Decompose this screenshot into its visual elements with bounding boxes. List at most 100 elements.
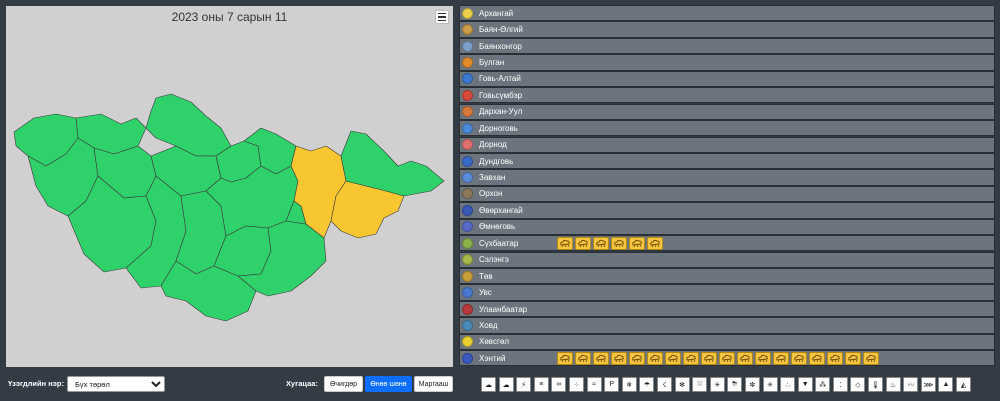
- dust-storm-icon[interactable]: [683, 351, 699, 365]
- fog-icon[interactable]: ≡: [533, 377, 549, 392]
- haze-icon[interactable]: ∞: [551, 377, 567, 392]
- province-emblem-icon: [462, 24, 473, 36]
- period-tomorrow-button[interactable]: Маргааш: [414, 376, 453, 392]
- lightning-icon[interactable]: ⚡: [516, 377, 532, 392]
- region-khuvsgul[interactable]: [145, 93, 232, 157]
- dust-storm-icon[interactable]: [611, 351, 627, 365]
- dust-storm-icon[interactable]: [557, 236, 573, 250]
- province-emblem-icon: [462, 56, 473, 68]
- dust-storm-icon[interactable]: [665, 351, 681, 365]
- dust-storm-icon[interactable]: [863, 351, 879, 365]
- phenomenon-type-select[interactable]: Бүх төрөл: [67, 376, 165, 392]
- dust-storm-icon[interactable]: [791, 351, 807, 365]
- dust-storm-icon[interactable]: [647, 351, 663, 365]
- province-row[interactable]: Өвөрхангай: [459, 202, 995, 219]
- province-name: Дундговь: [479, 156, 514, 166]
- province-row[interactable]: Булган: [459, 54, 995, 71]
- sandstorm-icon[interactable]: ⋙: [920, 377, 936, 392]
- province-row[interactable]: Архангай: [459, 5, 995, 22]
- thermometer-icon[interactable]: 🌡: [868, 377, 884, 392]
- cloud-icon[interactable]: ☁: [481, 377, 496, 392]
- province-row[interactable]: Сүхбаатар: [459, 235, 995, 252]
- hail-icon[interactable]: ∴: [780, 377, 796, 392]
- province-name: Хэнтий: [479, 353, 506, 363]
- dust-storm-icon[interactable]: [737, 351, 753, 365]
- sun-icon[interactable]: ☀: [709, 377, 725, 392]
- dust-storm-icon[interactable]: [593, 351, 609, 365]
- province-row[interactable]: Хөвсгөл: [459, 333, 995, 351]
- blizzard-icon[interactable]: ✼: [744, 377, 760, 392]
- province-row[interactable]: Төв: [459, 268, 995, 285]
- dust-storm-icon[interactable]: [845, 351, 861, 365]
- dust-storm-icon[interactable]: [647, 236, 663, 250]
- period-yesterday-button[interactable]: Өчигдөр: [324, 376, 363, 392]
- province-name: Орхон: [479, 189, 503, 199]
- province-row[interactable]: Ховд: [459, 317, 995, 334]
- dust-storm-icon[interactable]: [629, 236, 645, 250]
- province-emblem-icon: [462, 139, 473, 151]
- dust-storm-icon[interactable]: [701, 351, 717, 365]
- province-emblem-icon: [462, 7, 473, 19]
- province-row[interactable]: Улаанбаатар: [459, 300, 995, 318]
- period-tonight-button[interactable]: Өнөө шөнө: [365, 376, 412, 392]
- dust-storm-icon[interactable]: [755, 351, 771, 365]
- fire-icon[interactable]: ▲: [938, 377, 954, 392]
- province-list: Архангай Баян-Өлгий Баянхонгор Булган Говь-А…: [459, 5, 995, 367]
- dust-storm-icon[interactable]: [593, 236, 609, 250]
- drizzle-icon[interactable]: ⁚: [832, 377, 848, 392]
- province-row[interactable]: Баян-Өлгий: [459, 21, 995, 38]
- province-row[interactable]: Орхон: [459, 185, 995, 203]
- flood-icon[interactable]: 〰: [903, 377, 919, 392]
- frost-icon[interactable]: ✳: [762, 377, 778, 392]
- province-row[interactable]: Говьсүмбэр: [459, 87, 995, 104]
- province-emblem-icon: [462, 303, 473, 315]
- snow-icon[interactable]: ✻: [674, 377, 690, 392]
- province-emblem-icon: [462, 73, 473, 85]
- dust-storm-icon[interactable]: [557, 351, 573, 365]
- avalanche-icon[interactable]: ◭: [956, 377, 972, 392]
- dust-storm-icon[interactable]: [827, 351, 843, 365]
- province-row[interactable]: Дорноговь: [459, 120, 995, 137]
- period-label: Хугацаа:: [286, 379, 318, 388]
- dust-icon[interactable]: ⁘: [568, 377, 584, 392]
- rain-icon[interactable]: ☂: [639, 377, 655, 392]
- province-row[interactable]: Хэнтий: [459, 350, 995, 367]
- heavy-rain-icon[interactable]: ⛆: [692, 377, 708, 392]
- parking-icon[interactable]: P: [604, 377, 620, 392]
- province-warnings: [557, 236, 663, 250]
- thunder-icon[interactable]: ☇: [656, 377, 672, 392]
- heat-icon[interactable]: ♨: [885, 377, 901, 392]
- province-row[interactable]: Дархан-Уул: [459, 103, 995, 120]
- province-row[interactable]: Говь-Алтай: [459, 70, 995, 88]
- province-row[interactable]: Дорнод: [459, 136, 995, 153]
- dust-storm-icon[interactable]: [575, 236, 591, 250]
- rain-snow-icon[interactable]: ⁂: [815, 377, 831, 392]
- storm-icon[interactable]: ⛈: [727, 377, 743, 392]
- province-row[interactable]: Баянхонгор: [459, 37, 995, 55]
- cold-icon[interactable]: ❄: [621, 377, 637, 392]
- province-row[interactable]: Завхан: [459, 169, 995, 186]
- tornado-icon[interactable]: ▼: [797, 377, 813, 392]
- dust-storm-icon[interactable]: [611, 236, 627, 250]
- ice-icon[interactable]: ◇: [850, 377, 866, 392]
- province-emblem-icon: [462, 89, 473, 101]
- province-emblem-icon: [462, 270, 473, 282]
- province-name: Увс: [479, 288, 492, 298]
- wind-icon[interactable]: ≈: [586, 377, 602, 392]
- province-row[interactable]: Сэлэнгэ: [459, 251, 995, 268]
- province-emblem-icon: [462, 287, 473, 299]
- province-emblem-icon: [462, 352, 473, 364]
- province-row[interactable]: Дундговь: [459, 152, 995, 170]
- province-emblem-icon: [462, 254, 473, 266]
- dust-storm-icon[interactable]: [575, 351, 591, 365]
- province-emblem-icon: [462, 40, 473, 52]
- province-row[interactable]: Увс: [459, 284, 995, 301]
- cloud-icon[interactable]: ☁: [498, 377, 514, 392]
- dust-storm-icon[interactable]: [809, 351, 825, 365]
- province-name: Булган: [479, 57, 505, 67]
- province-name: Говь-Алтай: [479, 74, 521, 84]
- province-row[interactable]: Өмнөговь: [459, 218, 995, 235]
- dust-storm-icon[interactable]: [773, 351, 789, 365]
- dust-storm-icon[interactable]: [629, 351, 645, 365]
- dust-storm-icon[interactable]: [719, 351, 735, 365]
